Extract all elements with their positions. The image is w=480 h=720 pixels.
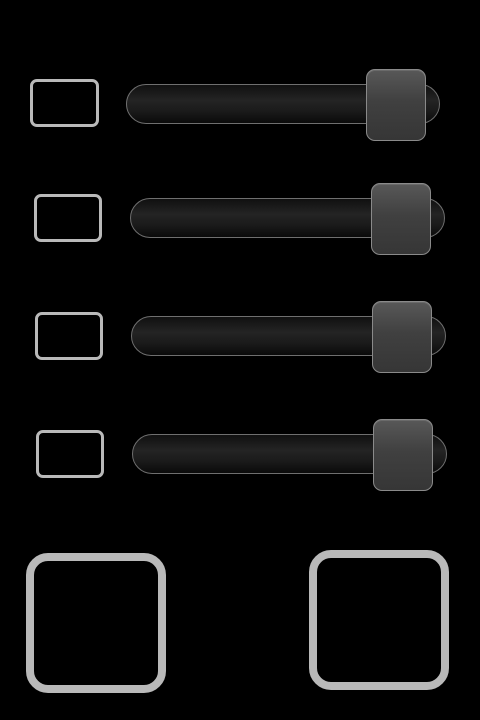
left-square-button[interactable] bbox=[26, 553, 166, 693]
row-4-slider[interactable] bbox=[132, 419, 447, 491]
row-2-checkbox[interactable] bbox=[34, 194, 102, 242]
screen bbox=[0, 0, 480, 720]
slider-thumb[interactable] bbox=[372, 301, 432, 373]
row-3-slider[interactable] bbox=[131, 301, 446, 373]
row-4-checkbox[interactable] bbox=[36, 430, 104, 478]
row-2-slider[interactable] bbox=[130, 183, 445, 255]
slider-thumb[interactable] bbox=[371, 183, 431, 255]
row-1-slider[interactable] bbox=[126, 69, 440, 141]
row-1-checkbox[interactable] bbox=[30, 79, 99, 127]
right-square-button[interactable] bbox=[309, 550, 449, 690]
slider-thumb[interactable] bbox=[373, 419, 433, 491]
row-3-checkbox[interactable] bbox=[35, 312, 103, 360]
slider-thumb[interactable] bbox=[366, 69, 426, 141]
